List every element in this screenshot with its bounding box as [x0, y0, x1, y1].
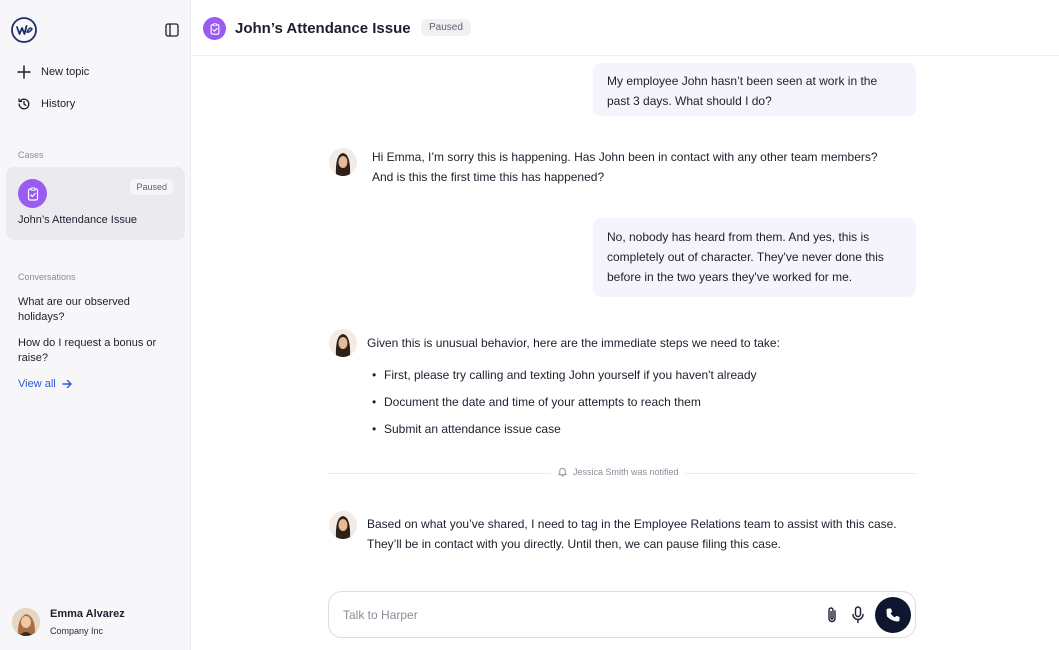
- conversation-header: John’s Attendance Issue Paused: [191, 0, 1059, 56]
- message-input[interactable]: [343, 606, 783, 624]
- message-line: No, nobody has heard from them. And yes,…: [607, 230, 870, 244]
- case-title: John’s Attendance Issue: [18, 214, 138, 226]
- user-profile[interactable]: Emma Alvarez Company Inc: [0, 596, 191, 650]
- message-line: My employee John hasn’t been seen at wor…: [607, 74, 878, 88]
- cases-section-label: Cases: [18, 150, 44, 160]
- list-item: Document the date and time of your attem…: [372, 393, 757, 420]
- assistant-message: Hi Emma, I’m sorry this is happening. Ha…: [372, 147, 912, 187]
- assistant-message-intro: Given this is unusual behavior, here are…: [367, 336, 780, 350]
- message-line: And is this the first time this has happ…: [372, 170, 605, 184]
- list-item: Submit an attendance issue case: [372, 420, 757, 447]
- clipboard-check-icon: [203, 17, 226, 40]
- microphone-button[interactable]: [849, 605, 867, 625]
- assistant-avatar: [329, 329, 357, 357]
- attach-button[interactable]: [823, 605, 841, 625]
- user-message: No, nobody has heard from them. And yes,…: [593, 218, 916, 297]
- conversations-section-label: Conversations: [18, 272, 76, 282]
- assistant-avatar: [329, 511, 357, 539]
- message-line: completely out of character. They've nev…: [607, 250, 884, 264]
- phone-icon: [886, 608, 900, 622]
- user-name: Emma Alvarez: [50, 608, 125, 620]
- page-title: John’s Attendance Issue: [235, 20, 411, 37]
- microphone-icon: [852, 606, 864, 624]
- status-badge: Paused: [421, 19, 471, 36]
- message-line: Hi Emma, I’m sorry this is happening. Ha…: [372, 150, 878, 164]
- message-line: Based on what you’ve shared, I need to t…: [367, 517, 897, 531]
- logo-icon[interactable]: [10, 16, 38, 44]
- message-line: before in the two years they've worked f…: [607, 270, 853, 284]
- plus-icon: [16, 64, 32, 80]
- assistant-message: Based on what you’ve shared, I need to t…: [367, 514, 927, 554]
- bell-icon: [558, 467, 567, 477]
- call-button[interactable]: [875, 597, 911, 633]
- assistant-avatar: [329, 148, 357, 176]
- notification-text: Jessica Smith was notified: [573, 466, 679, 477]
- new-topic-label: New topic: [41, 66, 90, 78]
- arrow-right-icon: [62, 379, 72, 389]
- user-company: Company Inc: [50, 626, 104, 636]
- history-icon: [16, 96, 32, 112]
- user-avatar: [12, 608, 40, 636]
- conversation-item-holidays[interactable]: What are our observed holidays?: [18, 295, 168, 325]
- clipboard-check-icon: [18, 179, 47, 208]
- view-all-label: View all: [18, 378, 56, 390]
- user-message: My employee John hasn’t been seen at wor…: [593, 63, 916, 116]
- case-status-badge: Paused: [130, 179, 173, 195]
- paperclip-icon: [828, 607, 836, 623]
- history-button[interactable]: History: [16, 96, 75, 112]
- case-card[interactable]: Paused John’s Attendance Issue: [6, 167, 185, 240]
- new-topic-button[interactable]: New topic: [16, 64, 89, 80]
- sidebar: New topic History Cases Paused John’s At…: [0, 0, 191, 650]
- history-label: History: [41, 98, 76, 110]
- list-item: First, please try calling and texting Jo…: [372, 366, 757, 393]
- message-composer: [328, 591, 916, 638]
- sidebar-toggle-icon: [165, 23, 179, 37]
- message-line: They’ll be in contact with you directly.…: [367, 537, 781, 551]
- view-all-link[interactable]: View all: [18, 378, 73, 390]
- steps-list: First, please try calling and texting Jo…: [372, 366, 757, 447]
- sidebar-toggle-button[interactable]: [162, 20, 182, 40]
- message-line: past 3 days. What should I do?: [607, 94, 772, 108]
- notification: Jessica Smith was notified: [551, 466, 685, 477]
- conversation-item-bonus[interactable]: How do I request a bonus or raise?: [18, 336, 168, 366]
